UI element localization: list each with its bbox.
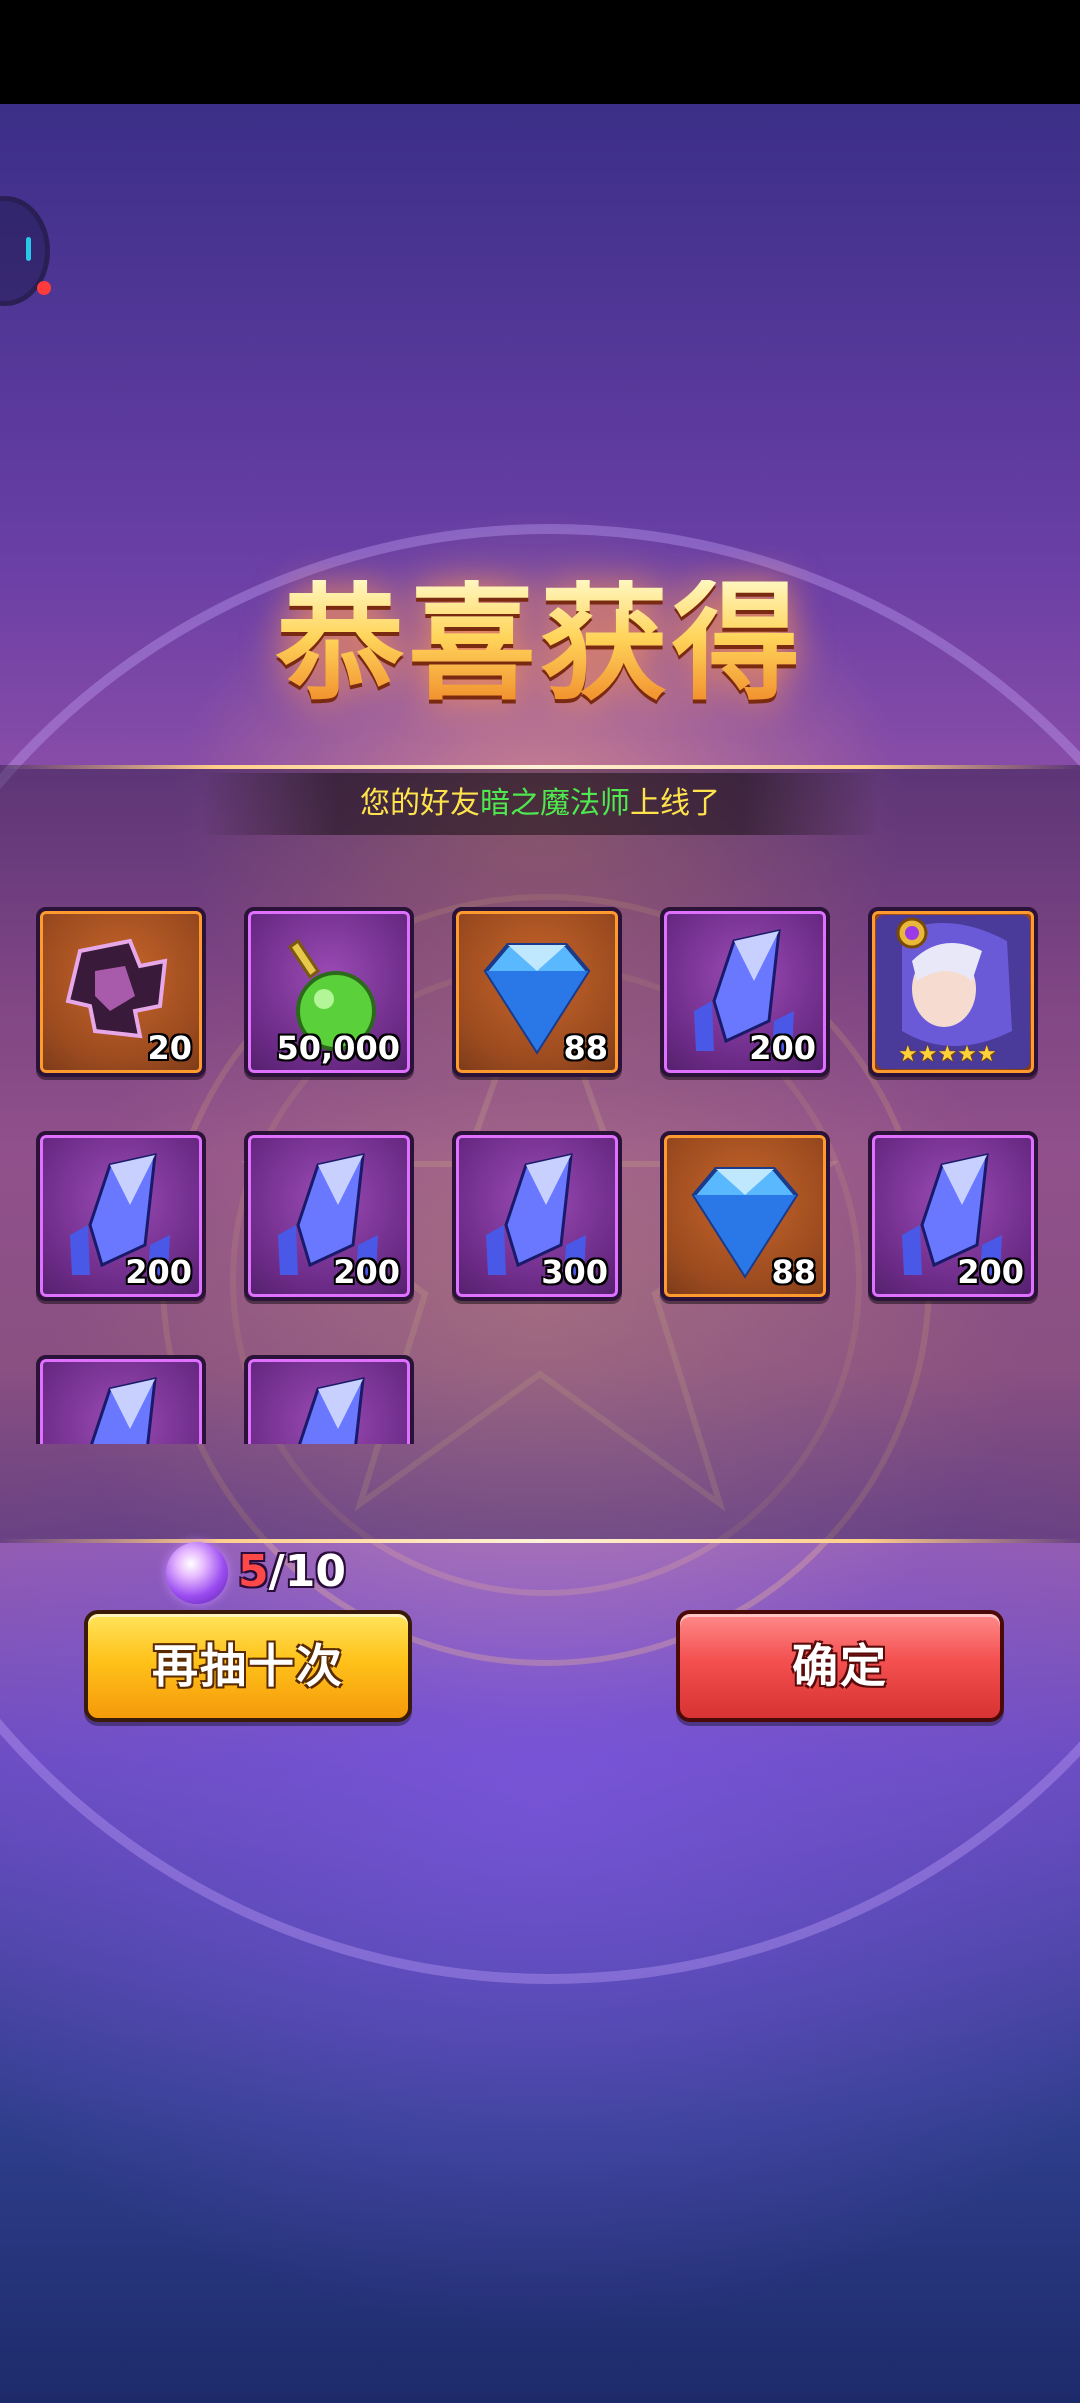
star-rating: ★★★★★ (898, 1042, 997, 1067)
item-count: 200 (333, 1253, 400, 1291)
panel-bottom-glow (0, 1539, 1080, 1543)
reward-item[interactable]: ★★★★★ (868, 907, 1038, 1077)
reward-item[interactable]: 200 (868, 1131, 1038, 1301)
draw-count-text: 5/10 (238, 1546, 346, 1597)
widget-indicator-icon (26, 237, 31, 261)
friend-name: 暗之魔法师 (480, 786, 630, 821)
draw-count-current: 5 (238, 1546, 269, 1597)
blue-crystal-icon (298, 1377, 365, 1444)
notification-dot-icon (37, 281, 51, 295)
blue-crystal-icon (90, 1377, 157, 1444)
status-bar (0, 0, 1080, 104)
item-count: 50,000 (276, 1029, 400, 1067)
item-count: 88 (771, 1253, 816, 1291)
friend-online-notice: 您的好友暗之魔法师上线了 (200, 773, 880, 835)
confirm-button[interactable]: 确定 (676, 1610, 1004, 1722)
reward-item[interactable] (36, 1355, 206, 1444)
reward-item[interactable] (244, 1355, 414, 1444)
panel-top-glow (0, 765, 1080, 769)
item-count: 88 (563, 1029, 608, 1067)
item-count: 200 (749, 1029, 816, 1067)
item-count: 20 (147, 1029, 192, 1067)
draw-count-total: 10 (284, 1546, 346, 1597)
notice-suffix: 上线了 (630, 786, 720, 821)
reward-item[interactable]: 20 (36, 907, 206, 1077)
reward-item[interactable]: 88 (452, 907, 622, 1077)
reward-item[interactable]: 200 (244, 1131, 414, 1301)
magic-orb-icon (166, 1542, 228, 1604)
reward-item[interactable]: 200 (660, 907, 830, 1077)
draw-ten-again-button[interactable]: 再抽十次 (84, 1610, 412, 1722)
reward-item[interactable]: 88 (660, 1131, 830, 1301)
item-count: 300 (541, 1253, 608, 1291)
reward-item[interactable]: 200 (36, 1131, 206, 1301)
notice-prefix: 您的好友 (360, 786, 480, 821)
reward-grid: 20 50,000 88 200 ★★★★★ 200 200 300 88 20… (36, 907, 1046, 1444)
page-title: 恭喜获得 (0, 580, 1080, 708)
reward-item[interactable]: 50,000 (244, 907, 414, 1077)
item-count: 200 (125, 1253, 192, 1291)
item-count: 200 (957, 1253, 1024, 1291)
draw-count-separator: / (268, 1546, 285, 1597)
reward-item[interactable]: 300 (452, 1131, 622, 1301)
